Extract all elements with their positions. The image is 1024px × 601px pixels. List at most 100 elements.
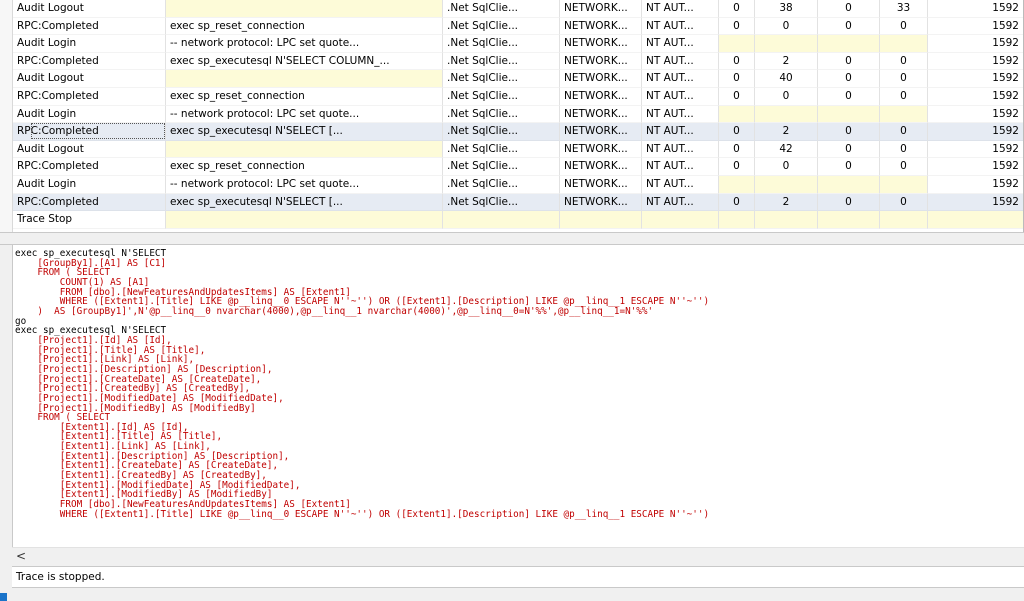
- duration-cell: 0: [880, 123, 928, 141]
- event-class-cell: Trace Stop: [12, 211, 166, 229]
- cpu-cell: 0: [719, 123, 755, 141]
- application-name-cell: .Net SqlClie...: [443, 105, 560, 124]
- text-data-cell: [166, 70, 443, 88]
- table-row[interactable]: Audit Login -- network protocol: LPC set …: [0, 176, 1023, 194]
- duration-cell: 0: [880, 140, 928, 159]
- client-process-id-cell: 1592: [928, 158, 1023, 176]
- table-row[interactable]: RPC:Completed exec sp_executesql N'SELECT…: [0, 193, 1023, 212]
- login-name-cell: NT AUT...: [642, 176, 719, 194]
- reads-cell: 38: [755, 0, 818, 18]
- event-class-cell: Audit Login: [12, 105, 166, 124]
- login-name-cell: NT AUT...: [642, 105, 719, 124]
- scroll-left-arrow-icon[interactable]: <: [16, 548, 26, 565]
- event-class-cell: RPC:Completed: [12, 158, 166, 176]
- duration-cell: 0: [880, 158, 928, 176]
- sql-line: WHERE ([Extent1].[Title] LIKE @p__linq__…: [15, 508, 710, 520]
- event-class-cell: Audit Login: [12, 35, 166, 53]
- duration-cell: [880, 176, 928, 194]
- login-name-cell: NT AUT...: [642, 193, 719, 212]
- pane-splitter[interactable]: [0, 232, 1024, 245]
- nt-user-cell: NETWORK...: [560, 52, 642, 71]
- table-row[interactable]: RPC:Completed exec sp_reset_connection .Ne…: [0, 158, 1023, 176]
- status-bar: Trace is stopped.: [12, 566, 1024, 588]
- nt-user-cell: NETWORK...: [560, 0, 642, 18]
- writes-cell: [818, 105, 880, 124]
- reads-cell: 0: [755, 88, 818, 106]
- table-row[interactable]: RPC:Completed exec sp_reset_connection .Ne…: [0, 88, 1023, 106]
- cpu-cell: 0: [719, 88, 755, 106]
- cpu-cell: 0: [719, 52, 755, 71]
- client-process-id-cell: 1592: [928, 106, 1023, 124]
- status-text: Trace is stopped.: [16, 571, 105, 583]
- writes-cell: 0: [818, 123, 880, 141]
- text-data-cell: exec sp_reset_connection: [166, 158, 443, 176]
- duration-cell: 0: [880, 70, 928, 88]
- text-data-cell: exec sp_reset_connection: [166, 17, 443, 36]
- horizontal-scrollbar[interactable]: <: [12, 547, 1024, 564]
- reads-cell: [755, 176, 818, 194]
- duration-cell: 0: [880, 88, 928, 106]
- application-name-cell: .Net SqlClie...: [443, 52, 560, 71]
- reads-cell: 2: [755, 193, 818, 212]
- client-process-id-cell: 1592: [928, 123, 1023, 141]
- nt-user-cell: NETWORK...: [560, 140, 642, 159]
- nt-user-cell: NETWORK...: [560, 105, 642, 124]
- table-row[interactable]: Audit Logout .Net SqlClie... NETWORK... NT …: [0, 0, 1023, 18]
- trace-grid[interactable]: Audit Logout .Net SqlClie... NETWORK... NT …: [0, 0, 1024, 232]
- table-row[interactable]: Audit Login -- network protocol: LPC set …: [0, 35, 1023, 53]
- cpu-cell: 0: [719, 0, 755, 18]
- event-class-cell: RPC:Completed: [12, 123, 166, 141]
- reads-cell: 40: [755, 70, 818, 88]
- duration-cell: 0: [880, 193, 928, 212]
- writes-cell: [818, 176, 880, 194]
- client-process-id-cell: 1592: [928, 0, 1023, 18]
- table-row[interactable]: Audit Logout .Net SqlClie... NETWORK... NT …: [0, 70, 1023, 88]
- application-name-cell: .Net SqlClie...: [443, 140, 560, 159]
- event-class-cell: RPC:Completed: [12, 88, 166, 106]
- table-row[interactable]: RPC:Completed exec sp_executesql N'SELECT…: [0, 123, 1023, 141]
- client-process-id-cell: 1592: [928, 53, 1023, 71]
- application-name-cell: .Net SqlClie...: [443, 70, 560, 88]
- duration-cell: 0: [880, 17, 928, 36]
- writes-cell: 0: [818, 193, 880, 212]
- event-class-cell: Audit Login: [12, 176, 166, 194]
- nt-user-cell: NETWORK...: [560, 17, 642, 36]
- writes-cell: 0: [818, 158, 880, 176]
- application-name-cell: [443, 211, 560, 229]
- client-process-id-cell: 1592: [928, 35, 1023, 53]
- sql-text-pane[interactable]: exec sp_executesql N'SELECT [GroupBy1].[…: [12, 245, 1024, 547]
- duration-cell: [880, 211, 928, 229]
- cpu-cell: [719, 35, 755, 53]
- login-name-cell: [642, 211, 719, 229]
- application-name-cell: .Net SqlClie...: [443, 123, 560, 141]
- text-data-cell: -- network protocol: LPC set quote...: [166, 176, 443, 194]
- table-row[interactable]: Trace Stop: [0, 211, 1023, 229]
- application-name-cell: .Net SqlClie...: [443, 17, 560, 36]
- table-row[interactable]: RPC:Completed exec sp_reset_connection .Ne…: [0, 17, 1023, 36]
- login-name-cell: NT AUT...: [642, 35, 719, 53]
- text-data-cell: exec sp_executesql N'SELECT [...: [166, 123, 443, 141]
- writes-cell: 0: [818, 140, 880, 159]
- reads-cell: [755, 211, 818, 229]
- login-name-cell: NT AUT...: [642, 0, 719, 18]
- nt-user-cell: NETWORK...: [560, 88, 642, 106]
- table-row[interactable]: Audit Login -- network protocol: LPC set …: [0, 105, 1023, 124]
- application-name-cell: .Net SqlClie...: [443, 193, 560, 212]
- cpu-cell: [719, 211, 755, 229]
- reads-cell: 2: [755, 123, 818, 141]
- text-data-cell: -- network protocol: LPC set quote...: [166, 105, 443, 124]
- table-row[interactable]: Audit Logout .Net SqlClie... NETWORK... NT …: [0, 140, 1023, 159]
- nt-user-cell: NETWORK...: [560, 35, 642, 53]
- sql-text: exec sp_executesql N'SELECT [GroupBy1].[…: [13, 245, 1024, 519]
- login-name-cell: NT AUT...: [642, 70, 719, 88]
- reads-cell: [755, 105, 818, 124]
- login-name-cell: NT AUT...: [642, 123, 719, 141]
- nt-user-cell: NETWORK...: [560, 123, 642, 141]
- application-name-cell: .Net SqlClie...: [443, 158, 560, 176]
- sql-line: ) AS [GroupBy1]',N'@p__linq__0 nvarchar(…: [15, 305, 654, 317]
- application-name-cell: .Net SqlClie...: [443, 88, 560, 106]
- reads-cell: 0: [755, 17, 818, 36]
- table-row[interactable]: RPC:Completed exec sp_executesql N'SELECT…: [0, 52, 1023, 71]
- text-data-cell: exec sp_executesql N'SELECT COLUMN_...: [166, 52, 443, 71]
- nt-user-cell: NETWORK...: [560, 176, 642, 194]
